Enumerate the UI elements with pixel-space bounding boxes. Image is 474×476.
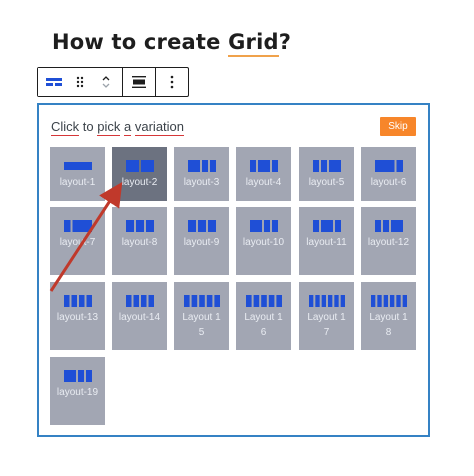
layout-label: layout-7 bbox=[59, 237, 96, 248]
title-text: How to create bbox=[52, 30, 229, 54]
layout-label: Layout 16 bbox=[244, 312, 283, 338]
layout-icon bbox=[183, 294, 220, 308]
layout-tile[interactable]: layout-2 bbox=[112, 147, 167, 201]
layout-tile[interactable]: Layout 16 bbox=[236, 282, 291, 350]
layout-icon bbox=[187, 219, 216, 233]
layout-tile[interactable]: layout-10 bbox=[236, 207, 291, 275]
layout-label: layout-2 bbox=[121, 177, 158, 188]
layout-tile[interactable]: layout-7 bbox=[50, 207, 105, 275]
layout-label: layout-11 bbox=[306, 237, 347, 248]
layout-icon bbox=[374, 219, 403, 233]
drag-handle-icon[interactable] bbox=[70, 72, 90, 92]
grid-block-placeholder[interactable]: Click to pick a variation Skip layout-1 l… bbox=[37, 103, 430, 437]
layout-tile[interactable]: layout-13 bbox=[50, 282, 105, 350]
skip-button[interactable]: Skip bbox=[380, 117, 416, 136]
layout-tile[interactable]: layout-6 bbox=[361, 147, 416, 201]
layout-label: layout-4 bbox=[245, 177, 282, 188]
layout-label: Layout 15 bbox=[182, 312, 221, 338]
layout-label: layout-3 bbox=[183, 177, 220, 188]
more-options-icon[interactable] bbox=[162, 72, 182, 92]
layout-tile[interactable]: layout-8 bbox=[112, 207, 167, 275]
layout-icon bbox=[125, 294, 154, 308]
layout-tile[interactable]: layout-12 bbox=[361, 207, 416, 275]
layout-icon bbox=[308, 294, 345, 308]
layout-label: layout-1 bbox=[59, 177, 96, 188]
layout-icon bbox=[125, 219, 154, 233]
layout-label: layout-8 bbox=[121, 237, 158, 248]
layout-tile[interactable]: layout-14 bbox=[112, 282, 167, 350]
layout-label: layout-13 bbox=[56, 312, 99, 323]
layout-tile[interactable]: layout-9 bbox=[174, 207, 229, 275]
align-icon[interactable] bbox=[129, 72, 149, 92]
layout-tile[interactable]: layout-19 bbox=[50, 357, 105, 425]
layout-icon bbox=[63, 369, 92, 383]
layout-icon bbox=[125, 159, 154, 173]
prompt-word: pick bbox=[97, 119, 121, 136]
prompt-word: to bbox=[82, 119, 94, 134]
layout-icon bbox=[312, 159, 341, 173]
variation-prompt: Click to pick a variation bbox=[51, 119, 185, 136]
layout-label: Layout 18 bbox=[369, 312, 408, 338]
layout-icon bbox=[63, 294, 92, 308]
layout-icon bbox=[63, 219, 92, 233]
page-title: How to create Grid? bbox=[52, 30, 292, 57]
block-toolbar bbox=[37, 67, 189, 97]
layout-label: layout-9 bbox=[183, 237, 220, 248]
layout-label: layout-5 bbox=[308, 177, 345, 188]
title-question-mark: ? bbox=[278, 30, 292, 54]
layout-tile[interactable]: Layout 17 bbox=[299, 282, 354, 350]
prompt-word: variation bbox=[134, 119, 185, 136]
block-type-icon[interactable] bbox=[44, 72, 64, 92]
layout-tile[interactable]: layout-4 bbox=[236, 147, 291, 201]
layout-label: layout-14 bbox=[118, 312, 161, 323]
layout-icon bbox=[249, 159, 278, 173]
layout-tile[interactable]: layout-3 bbox=[174, 147, 229, 201]
layout-label: layout-12 bbox=[367, 237, 410, 248]
layout-icon bbox=[374, 159, 403, 173]
toolbar-group-more bbox=[156, 68, 188, 96]
layout-icon bbox=[370, 294, 407, 308]
layout-icon bbox=[249, 219, 278, 233]
layout-tile[interactable]: Layout 15 bbox=[174, 282, 229, 350]
layout-icon bbox=[63, 159, 92, 173]
layout-label: layout-10 bbox=[242, 237, 285, 248]
layout-tile[interactable]: layout-1 bbox=[50, 147, 105, 201]
layout-icon bbox=[312, 219, 341, 233]
layout-icon bbox=[187, 159, 216, 173]
layout-tile[interactable]: layout-5 bbox=[299, 147, 354, 201]
layout-tile[interactable]: layout-11 bbox=[299, 207, 354, 275]
layout-label: layout-6 bbox=[370, 177, 407, 188]
toolbar-group-block bbox=[38, 68, 123, 96]
layout-tile[interactable]: Layout 18 bbox=[361, 282, 416, 350]
toolbar-group-align bbox=[123, 68, 156, 96]
layout-label: Layout 17 bbox=[307, 312, 346, 338]
move-up-down-icon[interactable] bbox=[96, 72, 116, 92]
layout-icon bbox=[245, 294, 282, 308]
prompt-word: a bbox=[124, 119, 132, 136]
layout-label: layout-19 bbox=[56, 387, 99, 398]
title-grid-word: Grid bbox=[228, 30, 279, 57]
prompt-word: Click bbox=[51, 119, 80, 136]
